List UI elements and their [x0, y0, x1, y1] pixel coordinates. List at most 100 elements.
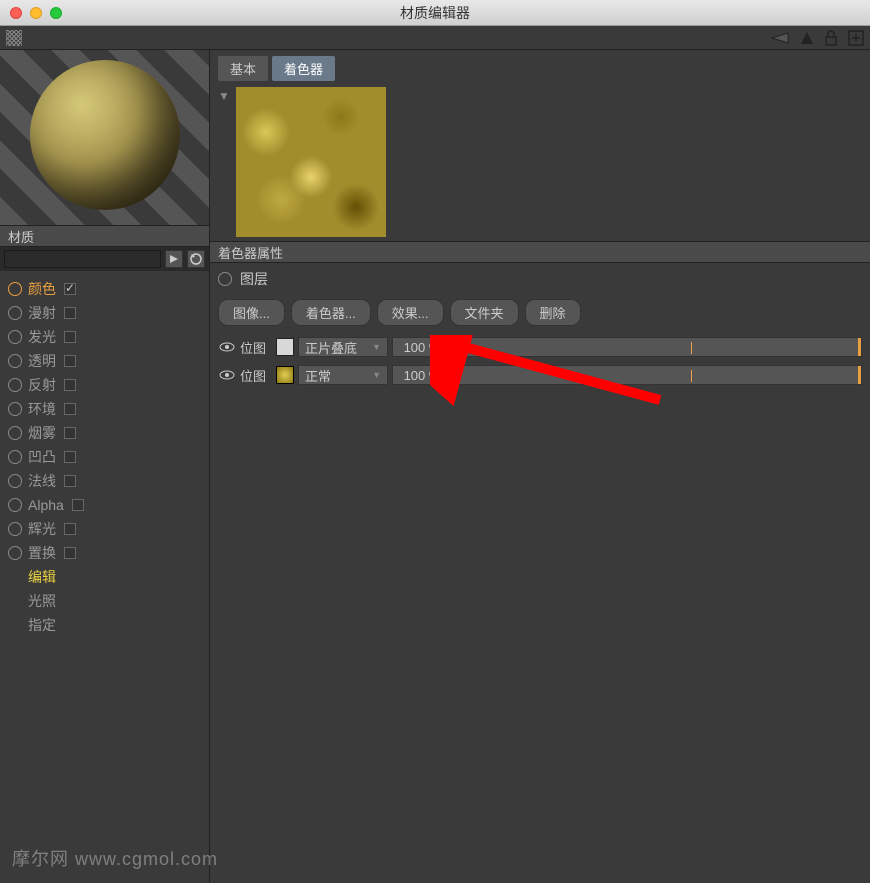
opacity-input[interactable]: 100 %▲▼ [392, 337, 452, 357]
material-name-input[interactable] [4, 250, 161, 268]
watermark: 摩尔网 www.cgmol.com [12, 845, 218, 871]
titlebar: 材质编辑器 [0, 0, 870, 26]
shader-btn-着色器[interactable]: 着色器... [291, 299, 371, 326]
channel-checkbox[interactable] [64, 547, 76, 559]
channel-法线[interactable]: 法线 [4, 469, 205, 493]
layer-name: 位图 [240, 338, 272, 357]
channel-label: Alpha [28, 497, 64, 513]
minimize-window-button[interactable] [30, 7, 42, 19]
top-toolbar [0, 26, 870, 50]
channel-radio[interactable] [8, 282, 22, 296]
channel-radio[interactable] [8, 426, 22, 440]
channel-颜色[interactable]: 颜色 [4, 277, 205, 301]
material-header: 材质 [0, 225, 209, 247]
channel-checkbox[interactable] [64, 355, 76, 367]
channel-checkbox[interactable] [64, 403, 76, 415]
channel-发光[interactable]: 发光 [4, 325, 205, 349]
tabs: 基本着色器 [210, 50, 870, 85]
channel-label: 编辑 [28, 567, 56, 587]
channel-透明[interactable]: 透明 [4, 349, 205, 373]
channel-radio[interactable] [8, 306, 22, 320]
shader-btn-图像[interactable]: 图像... [218, 299, 285, 326]
lock-icon[interactable] [824, 30, 838, 46]
maximize-window-button[interactable] [50, 7, 62, 19]
channel-checkbox[interactable] [64, 475, 76, 487]
visibility-eye-icon[interactable] [218, 340, 236, 354]
shader-btn-文件夹[interactable]: 文件夹 [450, 299, 519, 326]
channel-checkbox[interactable] [64, 379, 76, 391]
visibility-eye-icon[interactable] [218, 368, 236, 382]
material-preview[interactable] [0, 50, 209, 225]
layer-type-row: 图层 [210, 263, 870, 295]
blend-mode-select[interactable]: 正常▼ [298, 365, 388, 385]
shader-btn-删除[interactable]: 删除 [525, 299, 581, 326]
layer-swatch[interactable] [276, 366, 294, 384]
channel-label: 透明 [28, 351, 56, 371]
close-window-button[interactable] [10, 7, 22, 19]
channel-radio[interactable] [8, 330, 22, 344]
channel-checkbox[interactable] [64, 451, 76, 463]
channel-radio[interactable] [8, 522, 22, 536]
channel-label: 光照 [28, 591, 56, 611]
material-name-row [0, 247, 209, 271]
add-icon[interactable] [848, 30, 864, 46]
channel-radio[interactable] [8, 450, 22, 464]
channel-radio[interactable] [8, 474, 22, 488]
blend-mode-select[interactable]: 正片叠底▼ [298, 337, 388, 357]
channel-指定[interactable]: 指定 [4, 613, 205, 637]
layer-list: 位图正片叠底▼100 %▲▼位图正常▼100 %▲▼ [210, 334, 870, 390]
layer-radio[interactable] [218, 272, 232, 286]
channel-label: 置换 [28, 543, 56, 563]
dropdown-arrow-icon[interactable] [165, 250, 183, 268]
collapse-arrow-icon[interactable]: ▼ [218, 87, 230, 237]
nav-up-icon[interactable] [800, 31, 814, 45]
texture-preview[interactable] [236, 87, 386, 237]
channel-checkbox[interactable] [64, 523, 76, 535]
channel-checkbox[interactable] [72, 499, 84, 511]
channel-凹凸[interactable]: 凹凸 [4, 445, 205, 469]
channel-checkbox[interactable] [64, 331, 76, 343]
tab-着色器[interactable]: 着色器 [272, 56, 335, 81]
channel-list: 颜色漫射发光透明反射环境烟雾凹凸法线 Alpha 辉光置换编辑光照指定 [0, 271, 209, 643]
channel-光照[interactable]: 光照 [4, 589, 205, 613]
channel-label: 凹凸 [28, 447, 56, 467]
channel-反射[interactable]: 反射 [4, 373, 205, 397]
channel-label: 环境 [28, 399, 56, 419]
opacity-slider[interactable] [456, 337, 862, 357]
channel-辉光[interactable]: 辉光 [4, 517, 205, 541]
nav-back-icon[interactable] [770, 31, 790, 45]
channel-Alpha[interactable]: Alpha [4, 493, 205, 517]
channel-radio[interactable] [8, 498, 22, 512]
channel-label: 烟雾 [28, 423, 56, 443]
opacity-slider[interactable] [456, 365, 862, 385]
layer-item-1[interactable]: 位图正常▼100 %▲▼ [218, 362, 862, 388]
layer-swatch[interactable] [276, 338, 294, 356]
tab-基本[interactable]: 基本 [218, 56, 268, 81]
texture-preview-row: ▼ [210, 85, 870, 241]
channel-label: 发光 [28, 327, 56, 347]
grid-icon[interactable] [6, 30, 22, 46]
channel-radio[interactable] [8, 546, 22, 560]
channel-烟雾[interactable]: 烟雾 [4, 421, 205, 445]
channel-label: 法线 [28, 471, 56, 491]
channel-radio[interactable] [8, 402, 22, 416]
channel-编辑[interactable]: 编辑 [4, 565, 205, 589]
preview-sphere [30, 60, 180, 210]
channel-checkbox[interactable] [64, 307, 76, 319]
shader-btn-效果[interactable]: 效果... [377, 299, 444, 326]
channel-环境[interactable]: 环境 [4, 397, 205, 421]
traffic-lights [0, 7, 62, 19]
channel-checkbox[interactable] [64, 283, 76, 295]
channel-checkbox[interactable] [64, 427, 76, 439]
channel-label: 反射 [28, 375, 56, 395]
channel-漫射[interactable]: 漫射 [4, 301, 205, 325]
layer-label: 图层 [240, 269, 268, 289]
layer-item-0[interactable]: 位图 正片叠底▼100 %▲▼ [218, 334, 862, 360]
channel-radio[interactable] [8, 378, 22, 392]
target-picker-icon[interactable] [187, 250, 205, 268]
content-panel: 基本着色器 ▼ 着色器属性 图层 图像...着色器...效果...文件夹删除 位… [210, 50, 870, 883]
opacity-input[interactable]: 100 %▲▼ [392, 365, 452, 385]
channel-置换[interactable]: 置换 [4, 541, 205, 565]
shader-button-row: 图像...着色器...效果...文件夹删除 [210, 295, 870, 334]
channel-radio[interactable] [8, 354, 22, 368]
